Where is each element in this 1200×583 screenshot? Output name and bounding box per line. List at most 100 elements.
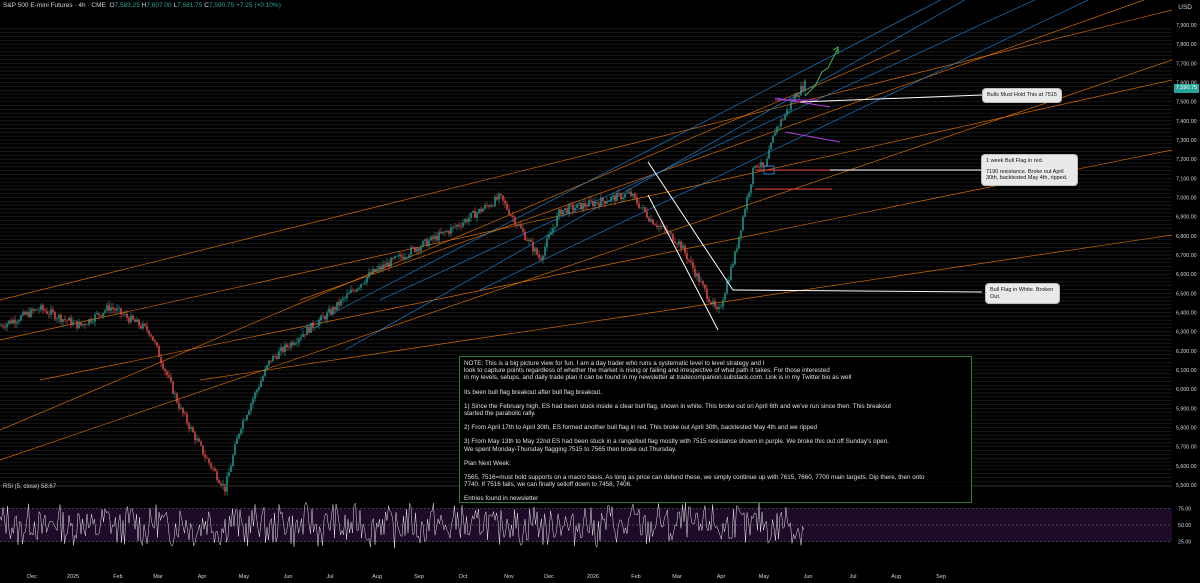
- time-tick-label: Apr: [198, 574, 207, 580]
- candle-body: [598, 203, 600, 206]
- candle-body: [0, 325, 2, 327]
- candle-body: [126, 313, 128, 318]
- candle-body: [656, 225, 658, 228]
- candle-body: [786, 109, 788, 116]
- candle-body: [568, 204, 570, 214]
- candle-body: [300, 336, 302, 339]
- candle-body: [722, 300, 724, 307]
- candle-body: [130, 315, 132, 323]
- candle-body: [348, 292, 350, 295]
- candle-body: [682, 245, 684, 249]
- candle-body: [186, 413, 188, 424]
- candle-body: [434, 235, 436, 239]
- candle-body: [216, 471, 218, 481]
- candle-body: [480, 208, 482, 212]
- candle-body: [30, 309, 32, 318]
- candle-body: [398, 254, 400, 257]
- candle-body: [424, 239, 426, 242]
- high-value: 7,607.00: [146, 2, 172, 9]
- time-tick-label: Mar: [153, 574, 163, 580]
- candle-body: [470, 212, 472, 218]
- candle-body: [538, 254, 540, 258]
- candle-body: [512, 215, 514, 218]
- candle-body: [154, 340, 156, 343]
- candle-body: [746, 197, 748, 210]
- candle-body: [494, 196, 496, 207]
- candle-body: [322, 315, 324, 317]
- candle-body: [390, 257, 392, 267]
- time-tick-label: Jul: [326, 574, 333, 580]
- candle-body: [356, 288, 358, 292]
- candle-body: [152, 336, 154, 341]
- candle-body: [24, 311, 26, 315]
- candle-body: [378, 266, 380, 269]
- candle-body: [752, 167, 754, 185]
- candle-body: [350, 289, 352, 293]
- candle-body: [190, 427, 192, 429]
- candle-body: [436, 235, 438, 241]
- candle-body: [160, 357, 162, 363]
- price-tick-label: 7,200.00: [1176, 157, 1197, 163]
- candle-body: [98, 313, 100, 315]
- candle-body: [370, 272, 372, 274]
- candle-body: [396, 256, 398, 257]
- time-tick-label: Apr: [717, 574, 726, 580]
- candle-body: [238, 433, 240, 439]
- candle-body: [4, 326, 6, 328]
- candle-body: [402, 256, 404, 259]
- candle-body: [712, 301, 714, 305]
- candle-body: [334, 307, 336, 310]
- callout-bulls-hold[interactable]: Bulls Must Hold This at 7515: [983, 89, 1061, 102]
- candle-body: [364, 282, 366, 284]
- candle-body: [562, 210, 564, 215]
- candle-body: [802, 85, 804, 91]
- candle-body: [248, 410, 250, 415]
- candle-body: [162, 362, 164, 369]
- candle-body: [592, 201, 594, 207]
- candle-body: [760, 162, 762, 168]
- symbol-name: S&P 500 E-mini Futures · 4h · CME: [3, 2, 106, 9]
- candle-body: [84, 324, 86, 326]
- candle-body: [258, 387, 260, 390]
- candle-body: [388, 262, 390, 267]
- candle-body: [428, 240, 430, 246]
- price-tick-label: 7,100.00: [1176, 176, 1197, 182]
- candle-body: [488, 205, 490, 207]
- candle-body: [692, 262, 694, 269]
- candle-body: [688, 259, 690, 261]
- note-point-2: 2) From April 17th to April 30th, ES for…: [464, 424, 818, 432]
- candle-body: [318, 320, 320, 326]
- candle-body: [608, 200, 610, 202]
- candle-body: [16, 321, 18, 324]
- candle-body: [346, 294, 348, 298]
- candle-body: [134, 319, 136, 323]
- candle-body: [540, 257, 542, 260]
- blue-channel-line: [344, 0, 966, 351]
- price-tick-label: 6,700.00: [1176, 253, 1197, 259]
- candle-body: [178, 402, 180, 409]
- candle-body: [446, 231, 448, 233]
- candle-body: [768, 149, 770, 159]
- candle-body: [310, 322, 312, 333]
- candle-body: [264, 369, 266, 377]
- time-tick-label: Mar: [672, 574, 682, 580]
- candle-body: [266, 365, 268, 370]
- candle-body: [234, 444, 236, 455]
- candle-body: [762, 162, 764, 166]
- candle-body: [36, 309, 38, 311]
- candle-body: [674, 241, 676, 244]
- candle-body: [28, 311, 30, 318]
- open-value: 7,583.25: [114, 2, 140, 9]
- candle-body: [278, 351, 280, 359]
- candle-body: [50, 309, 52, 315]
- candle-body: [550, 232, 552, 235]
- candle-body: [744, 209, 746, 217]
- callout-white-flag[interactable]: Bull Flag in White. Broken Out.: [986, 284, 1059, 303]
- candle-body: [572, 204, 574, 210]
- candle-body: [500, 193, 502, 196]
- callout-red-flag[interactable]: 1 week Bull Flag in red. 7190 resistance…: [982, 155, 1077, 185]
- candle-body: [252, 398, 254, 404]
- time-tick-label: Sep: [414, 574, 424, 580]
- candle-body: [554, 226, 556, 229]
- candle-body: [484, 204, 486, 209]
